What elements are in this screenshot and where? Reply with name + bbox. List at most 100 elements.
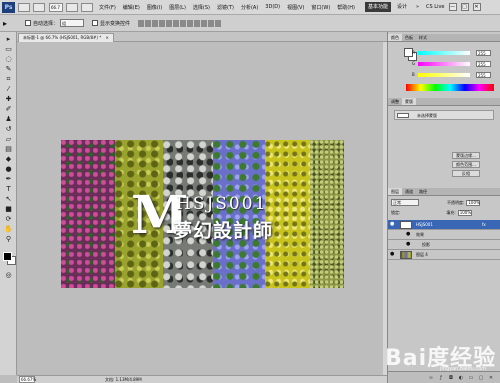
workspace-more-button[interactable]: » <box>413 2 422 12</box>
mask-edge-button[interactable]: 蒙版边缘... <box>452 152 480 159</box>
new-layer-icon[interactable]: ▢ <box>478 375 484 381</box>
layer-effect-item-row[interactable]: ● 投影 <box>388 240 500 250</box>
quick-select-tool-icon[interactable]: ✎ <box>4 66 13 73</box>
document-size-info[interactable]: 文档: 1.13M/4.89M <box>105 376 142 383</box>
menu-view[interactable]: 视图(V) <box>287 4 304 11</box>
document-tab[interactable]: 未标题-1 @ 66.7% (HSJS001, RGB/8#) * × <box>18 33 114 42</box>
tab-masks[interactable]: 蒙版 <box>402 98 416 105</box>
tab-layers[interactable]: 图层 <box>388 188 402 195</box>
bridge-button[interactable] <box>18 2 30 12</box>
align-right-icon[interactable] <box>173 19 180 27</box>
foreground-color-swatch[interactable] <box>3 252 12 261</box>
eye-icon[interactable]: ● <box>406 232 412 237</box>
tab-swatches[interactable]: 色板 <box>402 34 416 41</box>
3d-rotate-tool-icon[interactable]: ⟳ <box>4 216 13 223</box>
add-style-icon[interactable]: ƒ <box>438 375 444 381</box>
blur-tool-icon[interactable]: ◆ <box>4 156 13 163</box>
menu-analysis[interactable]: 分析(A) <box>241 4 258 11</box>
align-bottom-icon[interactable] <box>152 19 159 27</box>
eyedropper-tool-icon[interactable]: ⁄ <box>4 86 13 93</box>
tab-adjustments[interactable]: 调整 <box>388 98 402 105</box>
menu-file[interactable]: 文件(F) <box>99 4 116 11</box>
invert-button[interactable]: 反相 <box>452 170 480 177</box>
tab-color[interactable]: 颜色 <box>388 34 402 41</box>
align-left-icon[interactable] <box>159 19 166 27</box>
marquee-tool-icon[interactable]: ▭ <box>4 46 13 53</box>
channel-g-slider[interactable] <box>418 62 470 66</box>
menu-edit[interactable]: 编辑(E) <box>123 4 140 11</box>
minimize-button[interactable]: — <box>448 3 457 11</box>
distribute-bottom-icon[interactable] <box>194 19 201 27</box>
stamp-tool-icon[interactable]: ♟ <box>4 116 13 123</box>
fill-field[interactable]: 100% <box>457 209 472 216</box>
brush-tool-icon[interactable]: ✐ <box>4 106 13 113</box>
layer-row[interactable]: ● HSJS001 fx <box>388 220 500 230</box>
arrange-button[interactable] <box>66 2 78 12</box>
distribute-right-icon[interactable] <box>215 19 222 27</box>
distribute-middle-icon[interactable] <box>187 19 194 27</box>
blend-mode-dropdown[interactable]: 正常 <box>391 199 419 206</box>
workspace-design-button[interactable]: 设计 <box>394 2 410 12</box>
pen-tool-icon[interactable]: ✒ <box>4 176 13 183</box>
type-tool-icon[interactable]: T <box>4 186 13 193</box>
quick-mask-icon[interactable]: ◎ <box>4 272 13 279</box>
auto-select-dropdown[interactable]: 组 <box>60 19 85 27</box>
close-icon[interactable]: × <box>106 35 109 40</box>
channel-b-slider[interactable] <box>418 73 470 77</box>
eye-icon[interactable]: ● <box>390 222 396 227</box>
workspace-essentials-button[interactable]: 基本功能 <box>364 2 391 12</box>
hand-tool-icon[interactable]: ✋ <box>4 226 13 233</box>
channel-r-value[interactable]: 255 <box>476 50 491 56</box>
menu-window[interactable]: 窗口(W) <box>311 4 330 11</box>
channel-g-value[interactable]: 255 <box>476 61 491 67</box>
eye-icon[interactable]: ● <box>390 252 396 257</box>
close-button[interactable]: ✕ <box>472 3 481 11</box>
artwork-image[interactable] <box>61 140 344 288</box>
cs-live-button[interactable]: CS Live <box>426 4 444 10</box>
dodge-tool-icon[interactable]: ● <box>4 166 13 173</box>
eye-icon[interactable]: ● <box>406 242 412 247</box>
zoom-level-field[interactable]: 66.7 <box>49 2 63 12</box>
distribute-left-icon[interactable] <box>201 19 208 27</box>
healing-tool-icon[interactable]: ✚ <box>4 96 13 103</box>
move-tool-icon[interactable]: ▸ <box>4 36 13 43</box>
history-brush-tool-icon[interactable]: ↺ <box>4 126 13 133</box>
adjustment-layer-icon[interactable]: ◐ <box>458 375 464 381</box>
menu-select[interactable]: 选择(S) <box>193 4 210 11</box>
tab-styles[interactable]: 样式 <box>416 34 430 41</box>
lasso-tool-icon[interactable]: ◌ <box>4 56 13 63</box>
align-center-icon[interactable] <box>166 19 173 27</box>
delete-layer-icon[interactable]: ✕ <box>488 375 494 381</box>
crop-tool-icon[interactable]: ⌗ <box>4 76 13 83</box>
move-tool-icon[interactable]: ▸ <box>3 18 17 29</box>
add-mask-icon[interactable]: ◘ <box>448 375 454 381</box>
layer-effects-row[interactable]: ● 效果 <box>388 230 500 240</box>
color-range-button[interactable]: 颜色范围... <box>452 161 480 168</box>
align-middle-icon[interactable] <box>145 19 152 27</box>
shape-tool-icon[interactable]: ■ <box>4 206 13 213</box>
minibridge-button[interactable] <box>33 2 45 12</box>
auto-select-checkbox[interactable] <box>25 20 31 26</box>
new-group-icon[interactable]: ▭ <box>468 375 474 381</box>
menu-3d[interactable]: 3D(D) <box>265 4 280 11</box>
menu-filter[interactable]: 滤镜(T) <box>217 4 234 11</box>
zoom-tool-icon[interactable]: ⚲ <box>4 236 13 243</box>
eraser-tool-icon[interactable]: ▱ <box>4 136 13 143</box>
align-top-icon[interactable] <box>138 19 145 27</box>
menu-help[interactable]: 帮助(H) <box>337 4 355 11</box>
tab-channels[interactable]: 通道 <box>402 188 416 195</box>
gradient-tool-icon[interactable]: ▤ <box>4 146 13 153</box>
opacity-field[interactable]: 100% <box>466 199 481 206</box>
link-layers-icon[interactable]: ∞ <box>428 375 434 381</box>
distribute-top-icon[interactable] <box>180 19 187 27</box>
layer-row[interactable]: ● 图层 4 <box>388 250 500 260</box>
fx-icon[interactable]: fx <box>482 220 486 229</box>
zoom-status-field[interactable]: 66.67% <box>19 376 36 383</box>
channel-r-slider[interactable] <box>418 51 470 55</box>
menu-layer[interactable]: 图层(L) <box>169 4 186 11</box>
maximize-button[interactable]: □ <box>460 3 469 11</box>
tab-paths[interactable]: 路径 <box>416 188 430 195</box>
path-select-tool-icon[interactable]: ↖ <box>4 196 13 203</box>
show-transform-checkbox[interactable] <box>92 20 99 26</box>
channel-b-value[interactable]: 255 <box>476 72 491 78</box>
